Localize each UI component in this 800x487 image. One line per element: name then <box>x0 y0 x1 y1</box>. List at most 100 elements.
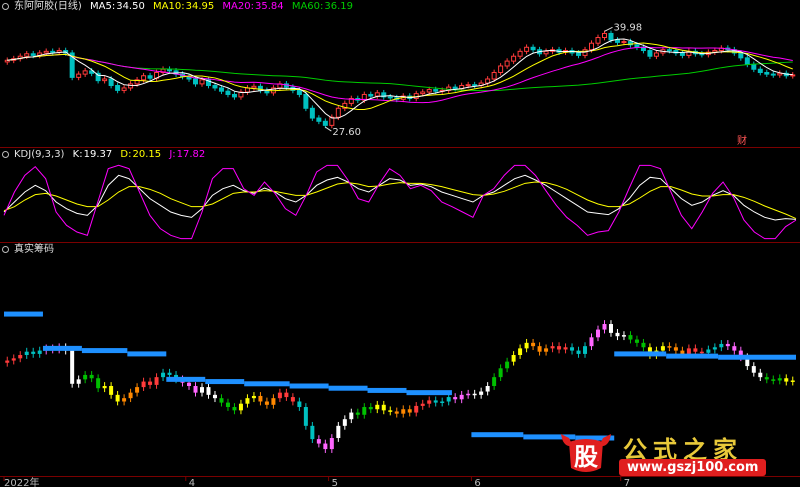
price-pane: 东阿阿胶(日线) MA5:34.50 MA10:34.95 MA20:35.84… <box>0 0 800 148</box>
price-candle <box>744 55 750 68</box>
chip-candle-body <box>751 366 756 373</box>
candle-body <box>666 49 672 52</box>
price-candle <box>115 82 121 94</box>
chip-candle-body <box>303 407 308 426</box>
chip-candle <box>89 371 94 383</box>
price-candle <box>543 48 549 57</box>
chip-candle <box>161 368 166 382</box>
chip-candle <box>777 374 782 385</box>
chip-candle <box>498 364 503 382</box>
chip-candle <box>401 405 406 418</box>
chip-candle-body <box>135 387 140 393</box>
chip-candle <box>316 435 321 448</box>
chip-candle <box>375 400 380 414</box>
candle-body <box>634 44 640 48</box>
candle-body <box>231 93 237 98</box>
chip-candle-body <box>193 386 198 393</box>
chip-candle-body <box>634 339 639 343</box>
chip-candle-body <box>719 343 724 348</box>
chip-cost-bar <box>205 379 245 385</box>
price-candle <box>56 47 62 56</box>
price-candle <box>316 115 322 125</box>
candle-body <box>316 117 322 122</box>
chip-candle <box>284 388 289 401</box>
price-candle <box>17 53 23 62</box>
chip-candle <box>225 398 230 411</box>
candle-body <box>309 107 315 119</box>
chip-candle <box>277 388 282 403</box>
chip-candle-body <box>96 378 101 389</box>
price-chart[interactable]: 39.98 27.60 财 <box>0 0 800 148</box>
chip-candle <box>524 338 529 353</box>
candle-body <box>511 55 517 62</box>
chip-candle <box>583 342 588 358</box>
chip-candle <box>336 421 341 442</box>
chip-candle-body <box>31 351 36 354</box>
chip-candle <box>440 397 445 407</box>
chip-candle-body <box>148 381 153 385</box>
chip-candle <box>5 356 10 367</box>
chip-candle-body <box>115 394 120 402</box>
chip-candle-body <box>667 346 672 348</box>
chip-candle-body <box>225 402 230 408</box>
candle-body <box>50 50 56 53</box>
chip-candle-body <box>297 401 302 408</box>
chip-candle-body <box>712 347 717 350</box>
chip-candle <box>368 403 373 414</box>
chip-candle-body <box>245 398 250 404</box>
chip-candle-body <box>212 394 217 399</box>
candle-body <box>303 93 309 109</box>
candle-body <box>601 32 607 39</box>
chip-candle <box>232 403 237 415</box>
chip-candle <box>212 390 217 403</box>
chip-candle-body <box>5 360 10 363</box>
chip-candle-body <box>570 347 575 351</box>
chip-candle <box>576 346 581 358</box>
price-candle <box>511 53 517 64</box>
candle-body <box>199 79 205 85</box>
chip-candle <box>200 383 204 397</box>
chip-candle-body <box>122 398 127 402</box>
price-candle <box>238 89 244 100</box>
chip-cost-bar <box>166 376 206 382</box>
chip-candle-body <box>251 395 256 399</box>
chip-candle <box>115 390 120 406</box>
chip-candle <box>258 392 263 406</box>
price-candle <box>686 48 692 59</box>
chip-candle-body <box>771 379 776 381</box>
chip-candle-body <box>284 392 289 398</box>
chip-candle <box>492 373 497 390</box>
chip-candle <box>238 399 243 415</box>
candle-body <box>322 120 328 126</box>
kdj-chart[interactable] <box>0 148 800 243</box>
price-candle <box>76 71 82 81</box>
candle-body <box>647 50 653 57</box>
chip-cost-bar <box>367 387 407 393</box>
chip-candle-body <box>686 348 691 354</box>
price-candle <box>751 61 757 73</box>
chip-candle <box>667 342 672 352</box>
chip-candle-body <box>732 346 737 351</box>
candle-body <box>212 85 218 89</box>
price-candle <box>452 84 458 92</box>
chip-candle-body <box>355 412 360 415</box>
candle-body <box>491 71 497 80</box>
price-candle <box>679 50 685 59</box>
candle-body <box>589 42 595 51</box>
price-candle <box>37 50 43 59</box>
candle-body <box>225 90 231 95</box>
candle-body <box>543 50 549 55</box>
chip-candle-body <box>310 425 315 440</box>
chip-candle-body <box>758 372 763 378</box>
x-axis-label: 5 <box>332 478 338 487</box>
candle-body <box>296 89 302 95</box>
chip-candle-body <box>24 351 29 356</box>
chip-candle <box>751 362 756 377</box>
price-candle <box>777 70 783 78</box>
chip-candle <box>154 373 159 389</box>
price-candle <box>653 50 659 60</box>
chip-cost-bar <box>81 348 128 354</box>
chip-candle-body <box>615 332 620 337</box>
chip-candle-body <box>70 350 75 384</box>
chip-candle-body <box>109 386 114 395</box>
